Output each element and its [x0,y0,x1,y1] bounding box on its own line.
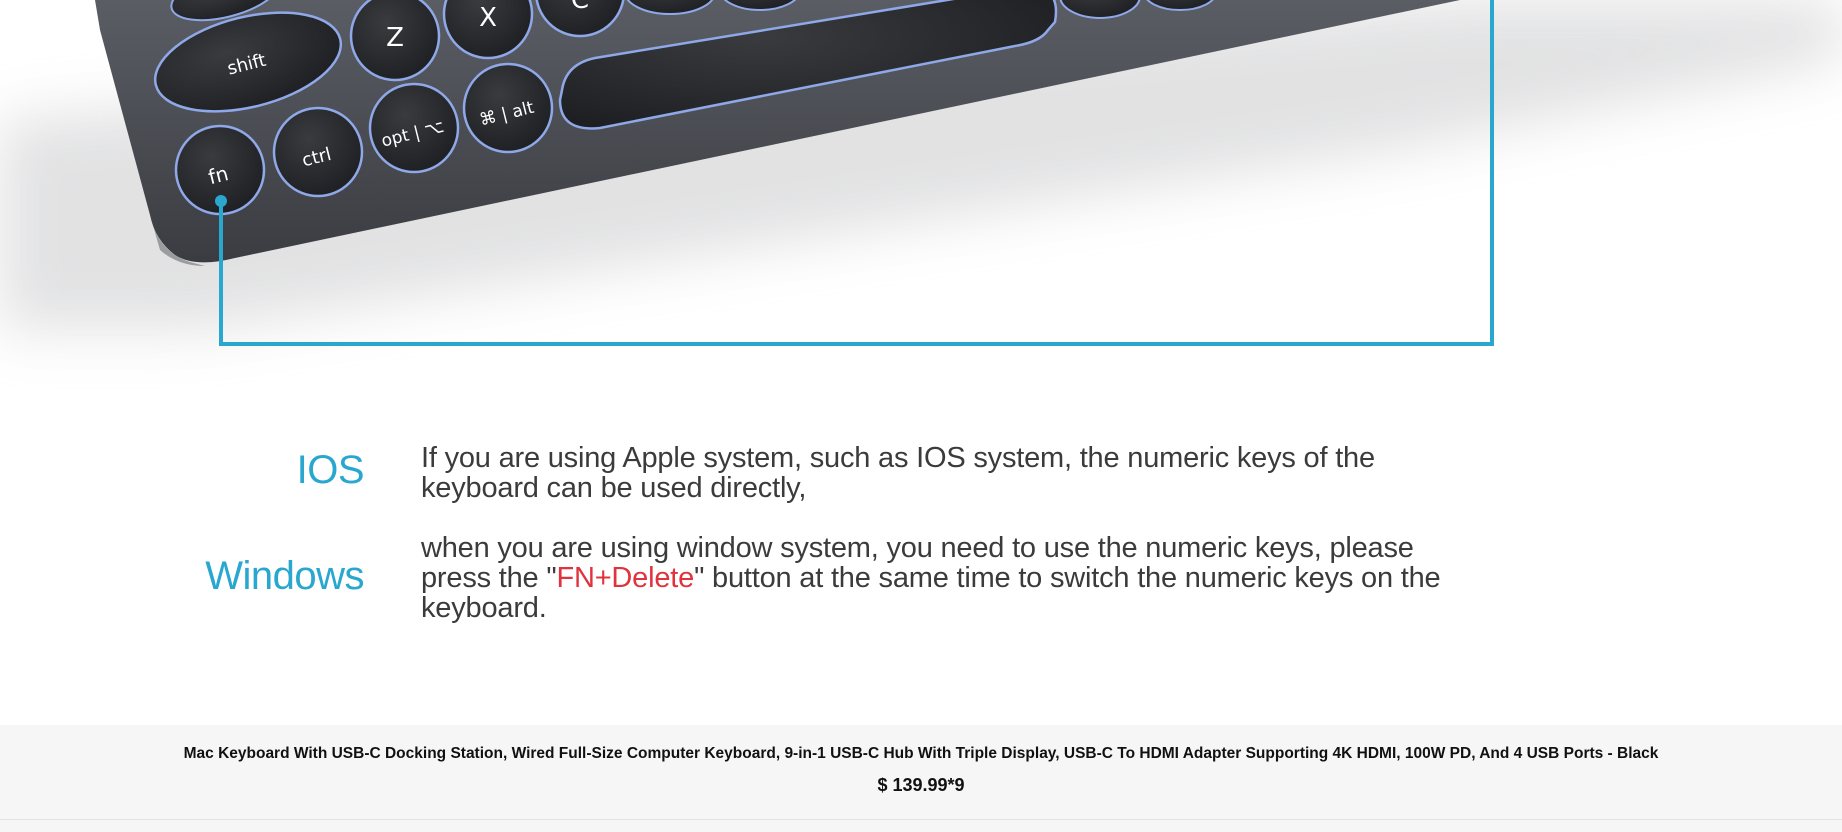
windows-label: Windows [205,554,364,598]
product-price: $ 139.99*9 [877,775,965,795]
product-image: shift Z X C fn ctrl opt | ⌥ ⌘ | alt IOS … [0,0,1842,725]
svg-text:X: X [479,3,497,33]
key-opt: opt | ⌥ [368,82,460,174]
key-cmd: ⌘ | alt [462,62,554,154]
product-title[interactable]: Mac Keyboard With USB-C Docking Station,… [0,745,1842,763]
svg-text:Z: Z [386,23,404,53]
windows-description: when you are using window system, you ne… [421,533,1471,623]
key-ctrl: ctrl [272,106,364,198]
key-z: Z [349,0,441,82]
ios-label: IOS [296,448,365,492]
bottom-strip [0,820,1842,832]
fn-delete-highlight: FN+Delete [556,562,695,594]
ios-description: If you are using Apple system, such as I… [421,442,1375,504]
svg-text:C: C [571,0,589,15]
product-info-bar: Mac Keyboard With USB-C Docking Station,… [0,725,1842,819]
